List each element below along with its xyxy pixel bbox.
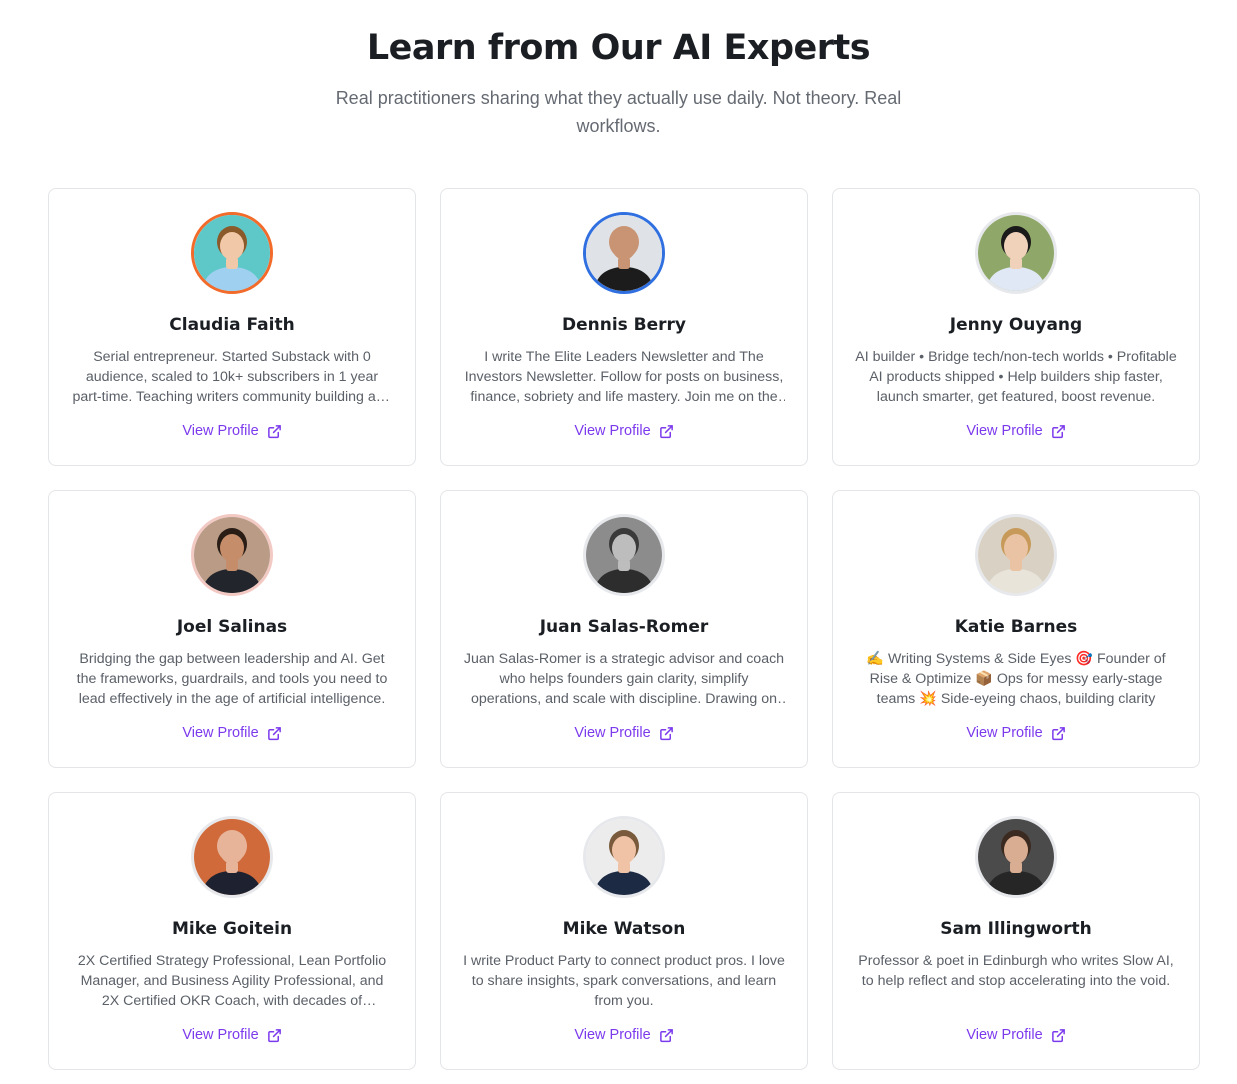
avatar [975,816,1057,898]
expert-bio: Bridging the gap between leadership and … [76,651,388,707]
avatar-photo [194,819,270,895]
view-profile-link[interactable]: View Profile [182,725,281,741]
expert-bio: Juan Salas-Romer is a strategic advisor … [463,651,785,707]
view-profile-label: View Profile [966,1027,1043,1043]
external-link-icon [1051,726,1065,740]
view-profile-link[interactable]: View Profile [966,1027,1065,1043]
external-link-icon [1051,1028,1065,1042]
view-profile-label: View Profile [966,423,1043,439]
view-profile-label: View Profile [574,1027,651,1043]
avatar [583,212,665,294]
avatar [191,212,273,294]
expert-bio: I write The Elite Leaders Newsletter and… [464,349,784,405]
expert-name: Katie Barnes [954,617,1078,637]
avatar-photo [586,517,662,593]
avatar [975,514,1057,596]
expert-card: Sam Illingworth Professor & poet in Edin… [832,792,1200,1070]
avatar [975,212,1057,294]
expert-card: Joel Salinas Bridging the gap between le… [48,490,416,768]
avatar-photo [978,215,1054,291]
view-profile-label: View Profile [574,725,651,741]
expert-bio: 2X Certified Strategy Professional, Lean… [77,953,387,1009]
view-profile-label: View Profile [182,423,259,439]
expert-bio: AI builder • Bridge tech/non-tech worlds… [855,349,1177,405]
external-link-icon [1051,424,1065,438]
expert-card: Jenny Ouyang AI builder • Bridge tech/no… [832,188,1200,466]
view-profile-label: View Profile [966,725,1043,741]
view-profile-link[interactable]: View Profile [966,725,1065,741]
expert-name: Mike Goitein [171,919,293,939]
view-profile-link[interactable]: View Profile [574,423,673,439]
avatar-photo [586,215,662,291]
external-link-icon [659,726,673,740]
external-link-icon [659,424,673,438]
avatar [191,816,273,898]
external-link-icon [267,424,281,438]
expert-card: Katie Barnes ✍️ Writing Systems & Side E… [832,490,1200,768]
expert-name: Juan Salas-Romer [539,617,709,637]
expert-card: Claudia Faith Serial entrepreneur. Start… [48,188,416,466]
avatar-photo [194,215,270,291]
page-title: Learn from Our AI Experts [366,28,871,68]
expert-card: Dennis Berry I write The Elite Leaders N… [440,188,808,466]
view-profile-link[interactable]: View Profile [966,423,1065,439]
external-link-icon [267,1028,281,1042]
expert-card: Mike Goitein 2X Certified Strategy Profe… [48,792,416,1070]
expert-bio: I write Product Party to connect product… [463,953,785,1009]
avatar-photo [586,819,662,895]
view-profile-label: View Profile [182,1027,259,1043]
avatar [191,514,273,596]
view-profile-label: View Profile [182,725,259,741]
avatar-photo [194,517,270,593]
expert-name: Dennis Berry [561,315,687,335]
expert-name: Joel Salinas [176,617,288,637]
expert-bio: Professor & poet in Edinburgh who writes… [858,953,1174,989]
view-profile-link[interactable]: View Profile [574,1027,673,1043]
external-link-icon [659,1028,673,1042]
expert-card: Juan Salas-Romer Juan Salas-Romer is a s… [440,490,808,768]
avatar [583,514,665,596]
experts-grid: Claudia Faith Serial entrepreneur. Start… [48,188,1200,1070]
avatar-photo [978,517,1054,593]
view-profile-link[interactable]: View Profile [182,1027,281,1043]
avatar-photo [978,819,1054,895]
expert-name: Claudia Faith [169,315,295,335]
expert-bio: ✍️ Writing Systems & Side Eyes 🎯 Founder… [866,651,1166,707]
view-profile-label: View Profile [574,423,651,439]
expert-bio: Serial entrepreneur. Started Substack wi… [72,349,392,405]
page-subtitle: Real practitioners sharing what they act… [335,88,902,136]
view-profile-link[interactable]: View Profile [182,423,281,439]
expert-name: Sam Illingworth [940,919,1092,939]
expert-card: Mike Watson I write Product Party to con… [440,792,808,1070]
expert-name: Jenny Ouyang [949,315,1083,335]
section-header: Learn from Our AI Experts Real practitio… [0,0,1237,140]
experts-page: Learn from Our AI Experts Real practitio… [0,0,1237,1084]
external-link-icon [267,726,281,740]
expert-name: Mike Watson [562,919,686,939]
view-profile-link[interactable]: View Profile [574,725,673,741]
avatar [583,816,665,898]
